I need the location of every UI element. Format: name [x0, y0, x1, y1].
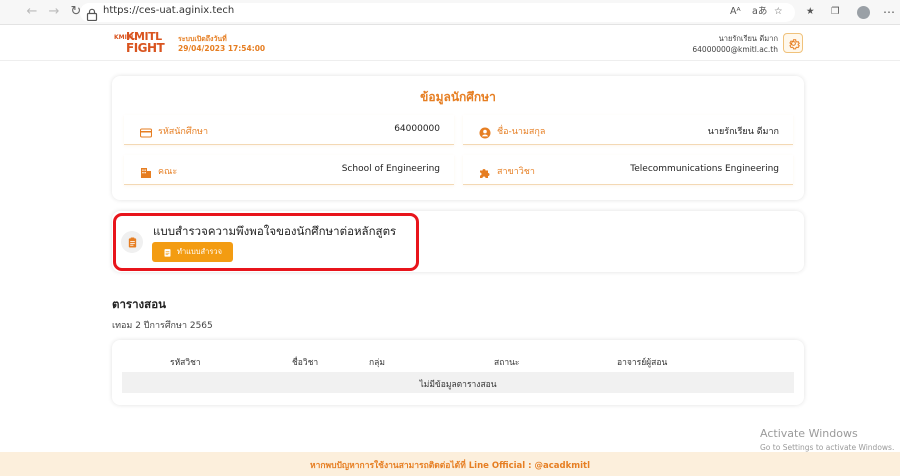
- major-label: สาขาวิชา: [497, 167, 535, 177]
- url-text: https://ces-uat.aginix.tech: [103, 5, 235, 16]
- timetable-empty-message: ไม่มีข้อมูลตารางสอน: [419, 380, 497, 390]
- full-name-value: นายรักเรียน ดีมาก: [707, 127, 779, 137]
- timetable-term: เทอม 2 ปีการศึกษา 2565: [112, 321, 213, 331]
- timetable-card: รหัสวิชา ชื่อวิชา กลุ่ม สถานะ อาจารย์ผู้…: [112, 340, 804, 405]
- student-id-value: 64000000: [394, 124, 440, 134]
- back-arrow-icon[interactable]: ←: [24, 4, 40, 20]
- column-course-name: ชื่อวิชา: [292, 358, 319, 368]
- forward-arrow-icon[interactable]: →: [46, 4, 62, 20]
- footer-contact-text: หากพบปัญหาการใช้งานสามารถติดต่อได้ที่ Li…: [310, 461, 590, 471]
- column-status: สถานะ: [494, 358, 520, 368]
- faculty-value: School of Engineering: [341, 164, 440, 174]
- full-name-field: ชื่อ-นามสกุล นายรักเรียน ดีมาก: [463, 115, 793, 145]
- table-row: ไม่มีข้อมูลตารางสอน: [122, 372, 794, 393]
- major-field: สาขาวิชา Telecommunications Engineering: [463, 155, 793, 185]
- kmitl-fight-logo[interactable]: KMITL KMITL FIGHT: [114, 31, 165, 59]
- lock-icon: [86, 6, 98, 22]
- student-id-label: รหัสนักศึกษา: [158, 127, 209, 137]
- add-favorite-icon[interactable]: ☆: [774, 4, 783, 20]
- student-id-field: รหัสนักศึกษา 64000000: [124, 115, 454, 145]
- survey-highlight-box: [113, 213, 419, 271]
- footer: หากพบปัญหาการใช้งานสามารถติดต่อได้ที่ Li…: [0, 452, 900, 476]
- app-header: KMITL KMITL FIGHT ระบบเปิดถึงวันที่ 29/0…: [0, 25, 900, 61]
- faculty-label: คณะ: [158, 167, 178, 177]
- browser-toolbar: ← → ↻ https://ces-uat.aginix.tech Aᴬ aあ …: [0, 0, 900, 25]
- column-group: กลุ่ม: [369, 358, 385, 368]
- collections-icon[interactable]: ❐: [831, 4, 840, 20]
- user-name: นายรักเรียน ดีมาก: [718, 34, 778, 43]
- column-instructor: อาจารย์ผู้สอน: [617, 358, 668, 368]
- gear-icon: [788, 38, 800, 49]
- major-value: Telecommunications Engineering: [630, 164, 779, 174]
- profile-avatar-icon[interactable]: [857, 6, 870, 19]
- settings-button[interactable]: [783, 33, 803, 53]
- column-course-code: รหัสวิชา: [170, 358, 201, 368]
- system-open-time: 29/04/2023 17:54:00: [178, 44, 266, 53]
- building-icon: [140, 164, 152, 178]
- student-info-card: ข้อมูลนักศึกษา รหัสนักศึกษา 64000000 ชื่…: [112, 76, 804, 200]
- faculty-field: คณะ School of Engineering: [124, 155, 454, 185]
- user-email: 64000000@kmitl.ac.th: [692, 45, 778, 54]
- puzzle-icon: [479, 164, 491, 178]
- read-aloud-icon[interactable]: Aᴬ: [730, 4, 741, 20]
- activate-windows-subtitle: Go to Settings to activate Windows.: [760, 443, 895, 452]
- logo-bottom-text: FIGHT: [126, 41, 165, 55]
- more-options-icon[interactable]: ⋯: [883, 4, 895, 20]
- activate-windows-title: Activate Windows: [760, 427, 858, 440]
- student-info-title: ข้อมูลนักศึกษา: [420, 90, 496, 104]
- credit-card-icon: [139, 124, 153, 138]
- translate-icon[interactable]: aあ: [752, 4, 767, 20]
- user-circle-icon: [479, 124, 491, 139]
- address-bar[interactable]: https://ces-uat.aginix.tech: [80, 3, 795, 22]
- full-name-label: ชื่อ-นามสกุล: [497, 127, 546, 137]
- favorites-icon[interactable]: ★: [806, 4, 815, 20]
- timetable-title: ตารางสอน: [112, 297, 166, 311]
